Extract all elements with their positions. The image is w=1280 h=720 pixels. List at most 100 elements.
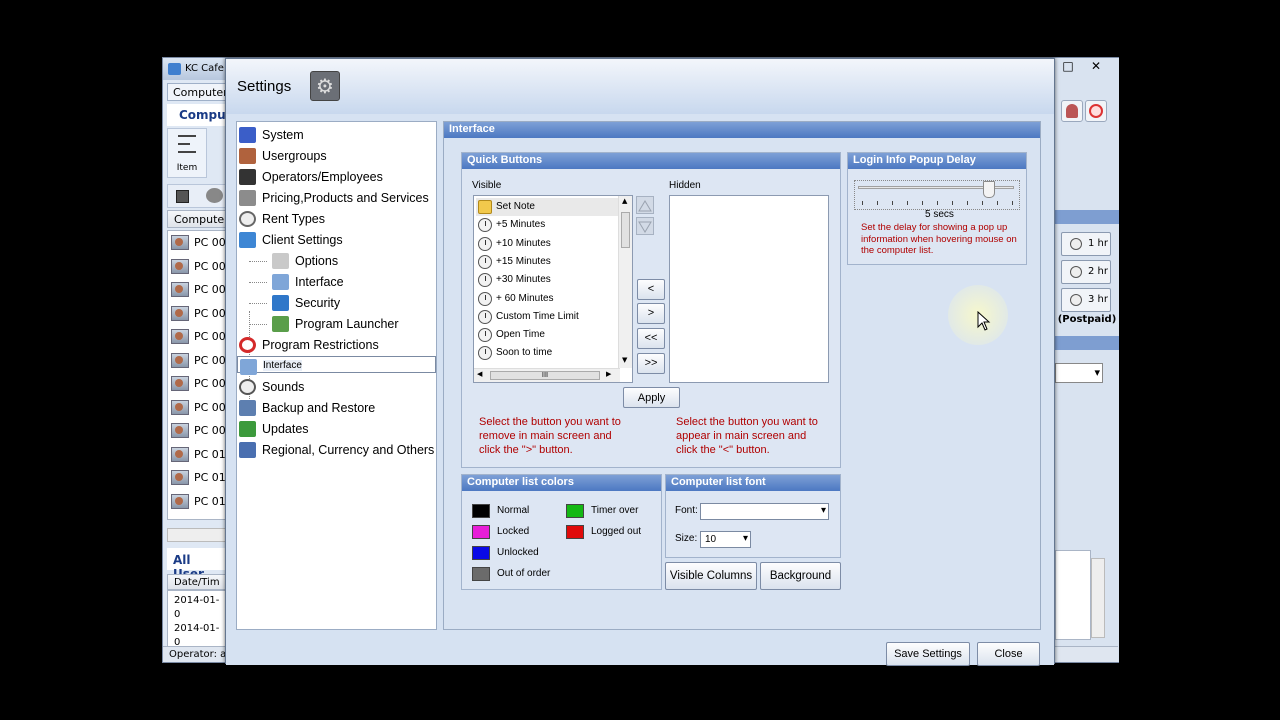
color-swatch-logged-out[interactable] — [566, 525, 584, 539]
scroll-thumb[interactable] — [621, 212, 630, 248]
quick-button-item[interactable]: Set Note — [476, 198, 618, 216]
nav-item-interface[interactable]: Interface — [237, 356, 436, 375]
computer-row[interactable]: PC 00 — [168, 255, 228, 279]
one-hour-button[interactable]: 1 hr — [1061, 232, 1111, 256]
computer-row[interactable]: PC 00 — [168, 349, 228, 373]
three-hour-button[interactable]: 3 hr — [1061, 288, 1111, 312]
font-select[interactable]: ▾ — [700, 503, 829, 520]
color-swatch-out-of-order[interactable] — [472, 567, 490, 581]
computer-column-header[interactable]: Computer — [167, 210, 229, 228]
move-all-left-button[interactable]: << — [637, 328, 665, 349]
close-button[interactable]: Close — [977, 642, 1040, 666]
computer-row[interactable]: PC 00 — [168, 419, 228, 443]
visible-columns-button[interactable]: Visible Columns — [665, 562, 757, 590]
move-left-button[interactable]: < — [637, 279, 665, 300]
nav-item-label: Options — [295, 254, 339, 268]
computer-row[interactable]: PC 01 — [168, 490, 228, 514]
delay-slider-thumb[interactable] — [983, 181, 995, 198]
nav-item-client-settings[interactable]: Client Settings — [237, 230, 436, 250]
nav-item-security[interactable]: Security — [237, 293, 436, 313]
computer-row[interactable]: PC 00 — [168, 372, 228, 396]
computer-row[interactable]: PC 01 — [168, 443, 228, 467]
size-value: 10 — [705, 534, 717, 545]
quick-button-item[interactable]: + 60 Minutes — [476, 290, 618, 308]
nav-item-interface[interactable]: Interface — [237, 272, 436, 292]
size-select[interactable]: 10 ▾ — [700, 531, 751, 548]
nav-item-pricing-products-and-services[interactable]: Pricing,Products and Services — [237, 188, 436, 208]
item-button[interactable]: Item — [167, 128, 207, 178]
color-swatch-timer-over[interactable] — [566, 504, 584, 518]
user-button[interactable] — [1061, 100, 1083, 122]
nav-item-updates[interactable]: Updates — [237, 419, 436, 439]
close-window-button[interactable]: ✕ — [1083, 59, 1109, 77]
scroll-right-arrow-icon[interactable]: ▶ — [606, 370, 611, 378]
slider-tick — [922, 201, 923, 205]
nav-item-usergroups[interactable]: Usergroups — [237, 146, 436, 166]
scroll-up-arrow-icon[interactable]: ▲ — [622, 197, 627, 205]
visible-list-vscrollbar[interactable]: ▲ ▼ — [618, 196, 632, 368]
background-list-panel — [1055, 550, 1091, 640]
quick-button-item[interactable]: +30 Minutes — [476, 271, 618, 289]
quick-button-item[interactable]: +10 Minutes — [476, 235, 618, 253]
background-button[interactable]: Background — [760, 562, 841, 590]
apply-button[interactable]: Apply — [623, 387, 680, 408]
computer-row[interactable]: PC 00 — [168, 231, 228, 255]
delay-value: 5 secs — [925, 209, 954, 220]
background-scrollbar[interactable] — [1091, 558, 1105, 638]
date-row[interactable]: 2014-01-0 — [174, 594, 222, 622]
move-all-right-button[interactable]: >> — [637, 353, 665, 374]
stop-icon[interactable] — [176, 190, 189, 203]
hscroll-thumb[interactable]: III — [490, 371, 600, 380]
all-users-title: All User, — [167, 548, 229, 581]
date-column-header[interactable]: Date/Tim — [167, 574, 229, 590]
visible-buttons-list[interactable]: Soon to time Open Time Custom Time Limit + … — [473, 195, 633, 383]
nav-item-sounds[interactable]: Sounds — [237, 377, 436, 397]
quick-button-item[interactable]: Open Time — [476, 326, 618, 344]
user-icon — [1066, 104, 1078, 118]
move-up-button[interactable] — [636, 196, 654, 214]
background-combo[interactable] — [1055, 363, 1103, 383]
power-button[interactable] — [1085, 100, 1107, 122]
quick-button-item[interactable]: +15 Minutes — [476, 253, 618, 271]
maximize-button[interactable]: □ — [1055, 59, 1081, 77]
nav-item-regional-currency-and-others[interactable]: Regional, Currency and Others — [237, 440, 436, 460]
circle-icon[interactable] — [206, 188, 223, 203]
color-label: Normal — [497, 505, 530, 516]
nav-item-label: Rent Types — [262, 212, 326, 226]
hour-label: 2 hr — [1088, 266, 1108, 277]
computer-row[interactable]: PC 00 — [168, 325, 228, 349]
nav-item-label: Interface — [295, 275, 344, 289]
computer-row[interactable]: PC 00 — [168, 302, 228, 326]
nav-item-system[interactable]: System — [237, 125, 436, 145]
nav-item-program-restrictions[interactable]: Program Restrictions — [237, 335, 436, 355]
quick-button-item[interactable]: Custom Time Limit — [476, 308, 618, 326]
two-hour-button[interactable]: 2 hr — [1061, 260, 1111, 284]
computer-name: PC 00 — [194, 377, 226, 390]
visible-list-hscrollbar[interactable]: ◀ III ▶ — [474, 368, 620, 382]
save-settings-button[interactable]: Save Settings — [886, 642, 970, 666]
scroll-left-arrow-icon[interactable]: ◀ — [477, 370, 482, 378]
computer-name: PC 00 — [194, 283, 226, 296]
quick-button-item[interactable]: Soon to time — [476, 344, 618, 362]
color-swatch-unlocked[interactable] — [472, 546, 490, 560]
nav-item-rent-types[interactable]: Rent Types — [237, 209, 436, 229]
hidden-buttons-list[interactable] — [669, 195, 829, 383]
computer-name: PC 00 — [194, 306, 226, 320]
pricing-icon — [239, 190, 256, 206]
computer-list-scrollbar[interactable] — [167, 528, 229, 542]
tab-computer[interactable]: Computer — [167, 83, 228, 101]
scroll-down-arrow-icon[interactable]: ▼ — [622, 356, 627, 364]
computer-icon — [171, 493, 189, 509]
move-right-button[interactable]: > — [637, 303, 665, 324]
color-swatch-locked[interactable] — [472, 525, 490, 539]
nav-item-options[interactable]: Options — [237, 251, 436, 271]
nav-item-program-launcher[interactable]: Program Launcher — [237, 314, 436, 334]
move-down-button[interactable] — [636, 217, 654, 235]
computer-row[interactable]: PC 00 — [168, 278, 228, 302]
color-swatch-normal[interactable] — [472, 504, 490, 518]
nav-item-operators-employees[interactable]: Operators/Employees — [237, 167, 436, 187]
computer-row[interactable]: PC 00 — [168, 396, 228, 420]
quick-button-item[interactable]: +5 Minutes — [476, 216, 618, 234]
nav-item-backup-and-restore[interactable]: Backup and Restore — [237, 398, 436, 418]
computer-row[interactable]: PC 01 — [168, 466, 228, 490]
